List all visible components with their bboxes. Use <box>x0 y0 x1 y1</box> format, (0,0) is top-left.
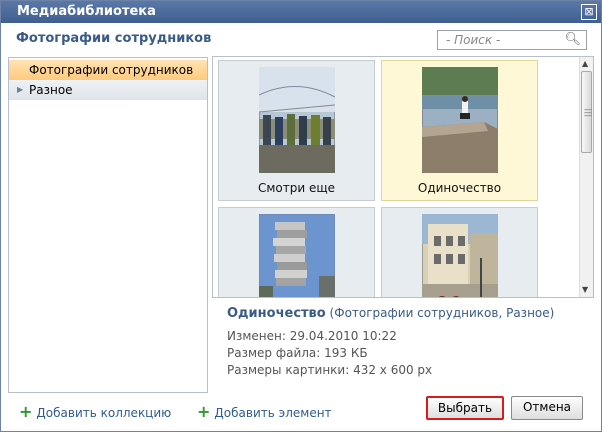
gallery-item[interactable] <box>381 207 538 297</box>
gallery-item-caption: Смотри еще <box>257 181 336 195</box>
tree-item-label: Фотографии сотрудников <box>29 63 194 77</box>
gallery-item-selected[interactable]: Одиночество <box>381 60 538 201</box>
gallery-item[interactable]: Смотри еще <box>218 60 375 201</box>
tree-item-label: Разное <box>29 83 73 97</box>
add-collection-label: Добавить коллекцию <box>36 406 172 420</box>
media-library-window: Медиабиблиотека ⊠ Фотографии сотрудников… <box>0 0 602 432</box>
grip-icon: — — — <box>584 105 592 120</box>
window-title: Медиабиблиотека <box>17 4 156 19</box>
collection-link-misc[interactable]: Разное <box>506 306 550 320</box>
image-dimensions: Размеры картинки: 432 x 600 px <box>227 363 433 377</box>
collection-heading: Фотографии сотрудников <box>16 31 212 46</box>
cancel-button[interactable]: Отмена <box>511 396 583 420</box>
scroll-up-icon[interactable]: ▲ <box>582 59 588 68</box>
search-placeholder: - Поиск - <box>446 33 501 47</box>
modified-date: Изменен: 29.04.2010 10:22 <box>227 329 397 343</box>
tree-item-misc[interactable]: ▶ Разное <box>9 80 207 100</box>
select-button[interactable]: Выбрать <box>426 396 504 420</box>
thumbnail-image <box>422 214 498 297</box>
close-paren: ) <box>549 306 555 320</box>
close-icon[interactable]: ⊠ <box>581 4 597 20</box>
image-collections: (Фотографии сотрудников, Разное) <box>330 306 555 320</box>
expand-triangle-icon[interactable]: ▶ <box>17 80 23 100</box>
gallery-item-caption: Одиночество <box>417 181 502 195</box>
scrollbar-thumb[interactable]: — — — <box>581 71 592 153</box>
image-name: Одиночество <box>227 306 326 321</box>
gallery-item[interactable] <box>218 207 375 297</box>
thumbnail-image <box>259 67 335 173</box>
gallery-scrollbar[interactable]: ▲ — — — ▼ <box>579 57 593 297</box>
scroll-down-icon[interactable]: ▼ <box>582 285 588 294</box>
image-gallery: Смотри еще Одиночество ▲ — — — ▼ <box>212 56 594 298</box>
collection-link-employee-photos[interactable]: Фотографии сотрудников <box>334 306 498 320</box>
plus-icon: + <box>19 402 33 421</box>
collection-tree: Фотографии сотрудников ▶ Разное <box>8 57 208 393</box>
thumbnail-image <box>259 214 335 297</box>
title-bar: Медиабиблиотека ⊠ <box>1 1 601 23</box>
image-details: Одиночество (Фотографии сотрудников, Раз… <box>227 306 597 377</box>
add-item-link[interactable]: + Добавить элемент <box>197 402 332 421</box>
tree-item-employee-photos[interactable]: Фотографии сотрудников <box>9 60 207 80</box>
add-item-label: Добавить элемент <box>214 406 332 420</box>
add-collection-link[interactable]: + Добавить коллекцию <box>19 402 171 421</box>
thumbnail-image <box>422 67 498 173</box>
plus-icon: + <box>197 402 211 421</box>
search-icon[interactable]: 🔍︎ <box>564 32 581 47</box>
file-size: Размер файла: 193 КБ <box>227 346 368 360</box>
comma: , <box>498 306 503 320</box>
search-input[interactable]: - Поиск - 🔍︎ <box>437 30 587 50</box>
